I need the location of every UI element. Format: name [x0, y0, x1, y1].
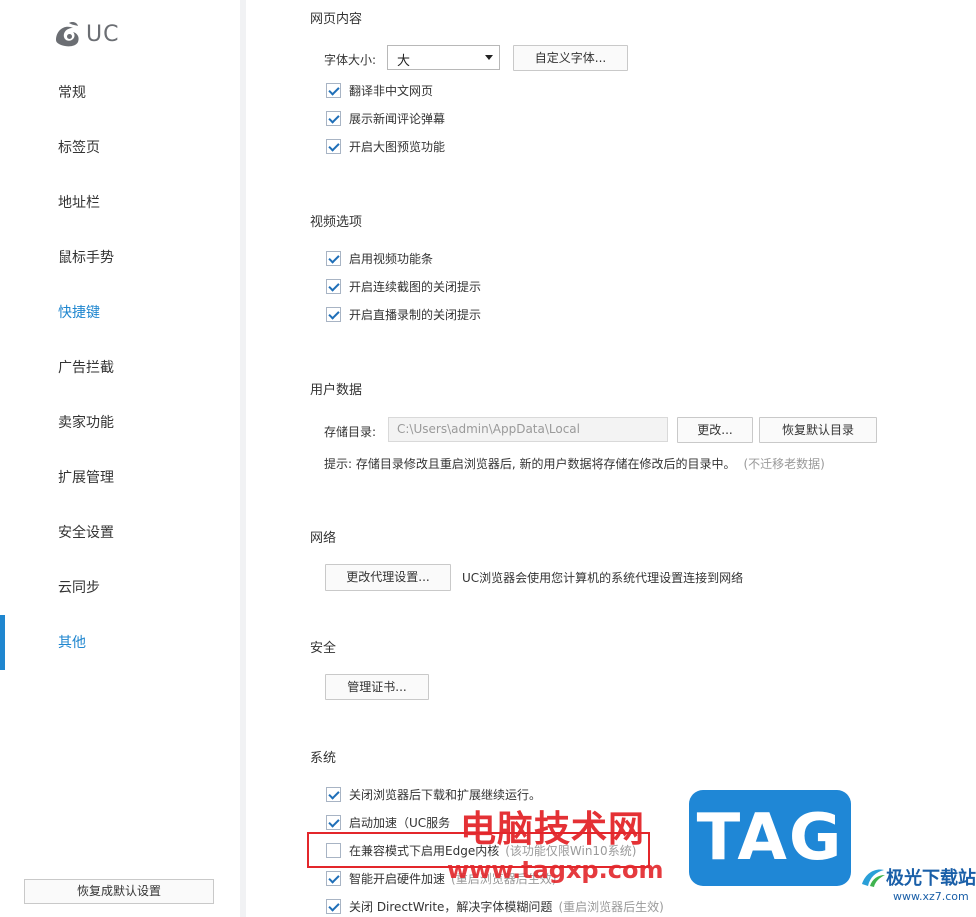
- watermark-title: 电脑技术网: [460, 809, 646, 850]
- checkbox[interactable]: [326, 814, 341, 830]
- option-label: 关闭 DirectWrite，解决字体模糊问题: [349, 899, 553, 914]
- option-label: 展示新闻评论弹幕: [349, 111, 446, 126]
- settings-window: UC 常规 标签页 地址栏 鼠标手势 快捷键 广告拦截 卖家功能 扩展管理 安全…: [0, 0, 976, 917]
- tag-logo-text: TAG: [696, 801, 844, 875]
- section-title-security: 安全: [310, 641, 337, 656]
- sidebar-item-cloud-sync[interactable]: 云同步: [0, 568, 240, 608]
- option-image-preview[interactable]: 开启大图预览功能: [326, 137, 445, 155]
- checkbox[interactable]: [326, 870, 341, 886]
- checkbox[interactable]: [326, 82, 341, 98]
- section-title-video: 视频选项: [310, 215, 363, 230]
- section-title-system: 系统: [310, 751, 337, 766]
- hint-note: (不迁移老数据): [743, 457, 825, 471]
- sidebar-item-general[interactable]: 常规: [0, 73, 240, 113]
- logo-text: UC: [86, 21, 120, 47]
- sidebar-item-extensions[interactable]: 扩展管理: [0, 458, 240, 498]
- settings-content: 网页内容 字体大小: 大 自定义字体... 翻译非中文网页 展示新闻评论弹幕 开…: [246, 0, 976, 917]
- storage-hint: 提示: 存储目录修改且重启浏览器后, 新的用户数据将存储在修改后的目录中。 (不迁…: [324, 455, 825, 472]
- chevron-down-icon: [485, 55, 493, 60]
- option-screenshot-prompt[interactable]: 开启连续截图的关闭提示: [326, 277, 481, 295]
- custom-font-button[interactable]: 自定义字体...: [513, 45, 628, 71]
- option-news-danmaku[interactable]: 展示新闻评论弹幕: [326, 109, 445, 127]
- sidebar-item-mouse-gestures[interactable]: 鼠标手势: [0, 238, 240, 278]
- section-title-userdata: 用户数据: [310, 383, 363, 398]
- site-name: 极光下载站: [886, 868, 976, 889]
- checkbox[interactable]: [326, 898, 341, 914]
- reset-defaults-button[interactable]: 恢复成默认设置: [24, 879, 214, 904]
- option-label: 启用视频功能条: [349, 251, 434, 266]
- checkbox[interactable]: [326, 278, 341, 294]
- option-note: (重启浏览器后生效): [558, 899, 664, 914]
- sidebar-item-shortcuts[interactable]: 快捷键: [0, 293, 240, 333]
- checkbox[interactable]: [326, 138, 341, 154]
- option-label: 开启连续截图的关闭提示: [349, 279, 482, 294]
- hint-text: 提示: 存储目录修改且重启浏览器后, 新的用户数据将存储在修改后的目录中。: [324, 457, 736, 471]
- option-live-record-prompt[interactable]: 开启直播录制的关闭提示: [326, 305, 481, 323]
- font-size-value: 大: [397, 54, 411, 69]
- checkbox[interactable]: [326, 786, 341, 802]
- checkbox[interactable]: [326, 110, 341, 126]
- option-label: 翻译非中文网页: [349, 83, 434, 98]
- proxy-description: UC浏览器会使用您计算机的系统代理设置连接到网络: [462, 571, 744, 585]
- option-label: 开启直播录制的关闭提示: [349, 307, 482, 322]
- restore-dir-button[interactable]: 恢复默认目录: [759, 417, 877, 443]
- tag-logo: TAG: [689, 790, 851, 886]
- aurora-logo-icon: [862, 869, 885, 887]
- font-size-label: 字体大小:: [324, 53, 377, 67]
- sidebar-item-ad-block[interactable]: 广告拦截: [0, 348, 240, 388]
- proxy-settings-button[interactable]: 更改代理设置...: [325, 564, 451, 591]
- sidebar-item-other[interactable]: 其他: [0, 623, 240, 663]
- section-title-webpage: 网页内容: [310, 12, 363, 27]
- watermark-url: www.tagxp.com: [447, 856, 664, 884]
- option-translate[interactable]: 翻译非中文网页: [326, 81, 433, 99]
- manage-certs-button[interactable]: 管理证书...: [325, 674, 429, 700]
- site-logo: 极光下载站: [860, 864, 976, 890]
- uc-squirrel-icon: [56, 22, 79, 47]
- option-directwrite[interactable]: 关闭 DirectWrite，解决字体模糊问题 (重启浏览器后生效): [326, 897, 664, 915]
- option-label: 智能开启硬件加速: [349, 871, 446, 886]
- change-dir-button[interactable]: 更改...: [677, 417, 753, 443]
- sidebar-item-seller-features[interactable]: 卖家功能: [0, 403, 240, 443]
- uc-logo: UC: [53, 18, 119, 50]
- sidebar-item-tabs[interactable]: 标签页: [0, 128, 240, 168]
- option-label: 开启大图预览功能: [349, 139, 446, 154]
- active-indicator: [0, 615, 5, 670]
- storage-label: 存储目录:: [324, 425, 377, 439]
- checkbox[interactable]: [326, 306, 341, 322]
- storage-path-field[interactable]: C:\Users\admin\AppData\Local: [388, 417, 668, 442]
- section-title-network: 网络: [310, 531, 337, 546]
- font-size-select[interactable]: 大: [387, 45, 500, 70]
- sidebar-item-address-bar[interactable]: 地址栏: [0, 183, 240, 223]
- option-startup-boost[interactable]: 启动加速（UC服务: [326, 813, 450, 831]
- site-url: www.xz7.com: [893, 890, 969, 903]
- option-video-bar[interactable]: 启用视频功能条: [326, 249, 433, 267]
- checkbox[interactable]: [326, 250, 341, 266]
- sidebar: UC 常规 标签页 地址栏 鼠标手势 快捷键 广告拦截 卖家功能 扩展管理 安全…: [0, 0, 240, 917]
- option-label: 启动加速（UC服务: [349, 815, 451, 830]
- sidebar-item-security[interactable]: 安全设置: [0, 513, 240, 553]
